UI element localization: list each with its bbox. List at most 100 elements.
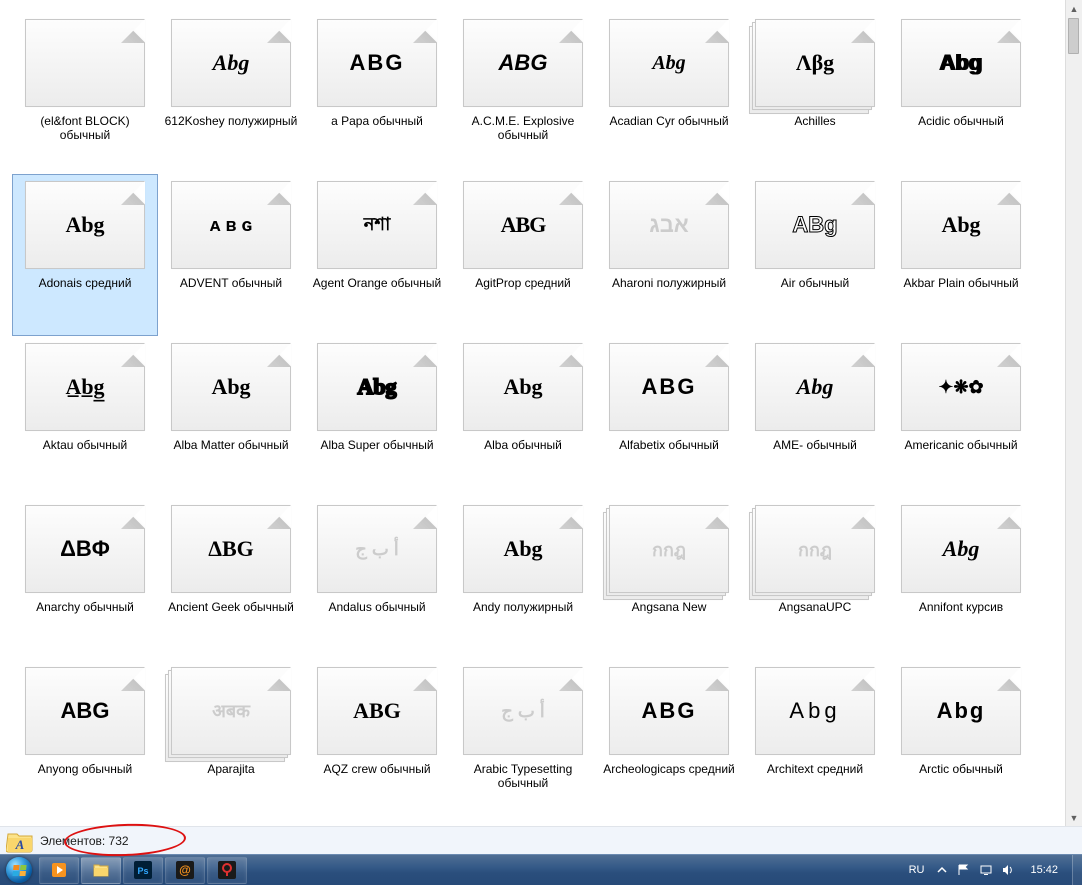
font-preview: ABG: [318, 668, 436, 754]
file-label: (el&font BLOCK) обычный: [15, 113, 155, 143]
scroll-down-icon[interactable]: ▼: [1066, 809, 1082, 826]
volume-icon[interactable]: [1000, 862, 1016, 878]
font-preview: أ ب ج: [318, 506, 436, 592]
font-preview: [26, 20, 144, 106]
font-file[interactable]: AbgAcidic обычный: [888, 12, 1034, 174]
file-label: Achilles: [745, 113, 885, 129]
font-file[interactable]: Abg Architext средний: [742, 660, 888, 822]
show-desktop-button[interactable]: [1072, 855, 1082, 885]
file-label: Aktau обычный: [15, 437, 155, 453]
font-file[interactable]: AbgArctic обычный: [888, 660, 1034, 822]
font-preview: Abg: [902, 20, 1020, 106]
font-file[interactable]: ABgAir обычный: [742, 174, 888, 336]
font-file[interactable]: Abg Alba обычный: [450, 336, 596, 498]
taskbar-app-photoshop[interactable]: Ps: [123, 857, 163, 884]
file-label: 612Koshey полужирный: [161, 113, 301, 129]
font-file[interactable]: A̲b̲g̲Aktau обычный: [12, 336, 158, 498]
font-preview: ΔBG: [172, 506, 290, 592]
font-file[interactable]: AbgAlba Super обычный: [304, 336, 450, 498]
file-label: AngsanaUPC: [745, 599, 885, 615]
font-preview: אבג: [610, 182, 728, 268]
font-file[interactable]: Abg Alba Matter обычный: [158, 336, 304, 498]
network-icon[interactable]: [978, 862, 994, 878]
font-file[interactable]: ΔBG Ancient Geek обычный: [158, 498, 304, 660]
file-label: Angsana New: [599, 599, 739, 615]
file-label: A.C.M.E. Explosive обычный: [453, 113, 593, 143]
font-file[interactable]: ABGAlfabetix обычный: [596, 336, 742, 498]
taskbar-app-explorer[interactable]: [81, 857, 121, 884]
language-indicator[interactable]: RU: [905, 862, 929, 878]
font-file[interactable]: ABG A.C.M.E. Explosive обычный: [450, 12, 596, 174]
font-preview: Abg: [172, 344, 290, 430]
font-preview: নশা: [318, 182, 436, 268]
font-file[interactable]: AbgAdonais средний: [12, 174, 158, 336]
clock[interactable]: 15:42: [1022, 864, 1066, 876]
file-label: Architext средний: [745, 761, 885, 777]
font-preview: ABG: [26, 668, 144, 754]
file-grid[interactable]: (el&font BLOCK) обычныйAbg612Koshey полу…: [0, 0, 1065, 826]
font-preview: ΔBΦ: [26, 506, 144, 592]
font-preview: ABG: [464, 182, 582, 268]
font-file[interactable]: Abg612Koshey полужирный: [158, 12, 304, 174]
details-pane: A Элементов: 732: [0, 826, 1082, 854]
file-label: Arabic Typesetting обычный: [453, 761, 593, 791]
taskbar-app-mail[interactable]: @: [165, 857, 205, 884]
tray-chevron-icon[interactable]: [934, 862, 950, 878]
font-file[interactable]: ✦❋✿Americanic обычный: [888, 336, 1034, 498]
font-file[interactable]: अबकAparajita: [158, 660, 304, 822]
file-label: Alba Super обычный: [307, 437, 447, 453]
file-label: Alba обычный: [453, 437, 593, 453]
font-file[interactable]: กกฎAngsanaUPC: [742, 498, 888, 660]
font-file[interactable]: ABGAQZ crew обычный: [304, 660, 450, 822]
font-file[interactable]: ΛβgAchilles: [742, 12, 888, 174]
font-file[interactable]: AbgAcadian Cyr обычный: [596, 12, 742, 174]
font-preview: Abg: [464, 344, 582, 430]
taskbar[interactable]: Ps @ RU 15:42: [0, 854, 1082, 885]
flag-icon[interactable]: [956, 862, 972, 878]
file-label: Aparajita: [161, 761, 301, 777]
font-preview: ᴀ ʙ ɢ: [172, 182, 290, 268]
font-file[interactable]: নশা Agent Orange обычный: [304, 174, 450, 336]
file-label: AME- обычный: [745, 437, 885, 453]
svg-text:@: @: [179, 863, 191, 877]
font-file[interactable]: ABGAgitProp средний: [450, 174, 596, 336]
taskbar-app-audio[interactable]: [207, 857, 247, 884]
file-label: Agent Orange обычный: [307, 275, 447, 291]
font-preview: Abg: [756, 344, 874, 430]
font-preview: กกฎ: [610, 506, 728, 592]
font-file[interactable]: (el&font BLOCK) обычный: [12, 12, 158, 174]
font-preview: ABG: [464, 20, 582, 106]
font-file[interactable]: AbgAndy полужирный: [450, 498, 596, 660]
file-label: Akbar Plain обычный: [891, 275, 1031, 291]
font-preview: ✦❋✿: [902, 344, 1020, 430]
font-file[interactable]: AbgAnnifont курсив: [888, 498, 1034, 660]
font-file[interactable]: ΔBΦAnarchy обычный: [12, 498, 158, 660]
file-label: a Papa обычный: [307, 113, 447, 129]
font-preview: Abg: [610, 20, 728, 106]
font-file[interactable]: ᴀ ʙ ɢADVENT обычный: [158, 174, 304, 336]
item-count: Элементов: 732: [40, 834, 129, 848]
font-file[interactable]: ABGArcheologicaps средний: [596, 660, 742, 822]
font-file[interactable]: กกฎ Angsana New: [596, 498, 742, 660]
font-file[interactable]: AbgAkbar Plain обычный: [888, 174, 1034, 336]
system-tray: RU 15:42: [899, 855, 1072, 885]
file-label: Aharoni полужирный: [599, 275, 739, 291]
scrollbar-thumb[interactable]: [1068, 18, 1079, 54]
font-preview: ABG: [318, 20, 436, 106]
start-button[interactable]: [0, 855, 38, 885]
file-label: Ancient Geek обычный: [161, 599, 301, 615]
file-label: Alba Matter обычный: [161, 437, 301, 453]
font-preview: Abg: [756, 668, 874, 754]
file-label: Alfabetix обычный: [599, 437, 739, 453]
file-label: Adonais средний: [15, 275, 155, 291]
font-file[interactable]: ABG a Papa обычный: [304, 12, 450, 174]
vertical-scrollbar[interactable]: ▲ ▼: [1065, 0, 1082, 826]
taskbar-app-mediaplayer[interactable]: [39, 857, 79, 884]
font-file[interactable]: Abg AME- обычный: [742, 336, 888, 498]
file-label: Annifont курсив: [891, 599, 1031, 615]
font-file[interactable]: أ ب جAndalus обычный: [304, 498, 450, 660]
scroll-up-icon[interactable]: ▲: [1066, 0, 1082, 17]
font-file[interactable]: אבג Aharoni полужирный: [596, 174, 742, 336]
font-file[interactable]: ABGAnyong обычный: [12, 660, 158, 822]
font-file[interactable]: أ ب جArabic Typesetting обычный: [450, 660, 596, 822]
